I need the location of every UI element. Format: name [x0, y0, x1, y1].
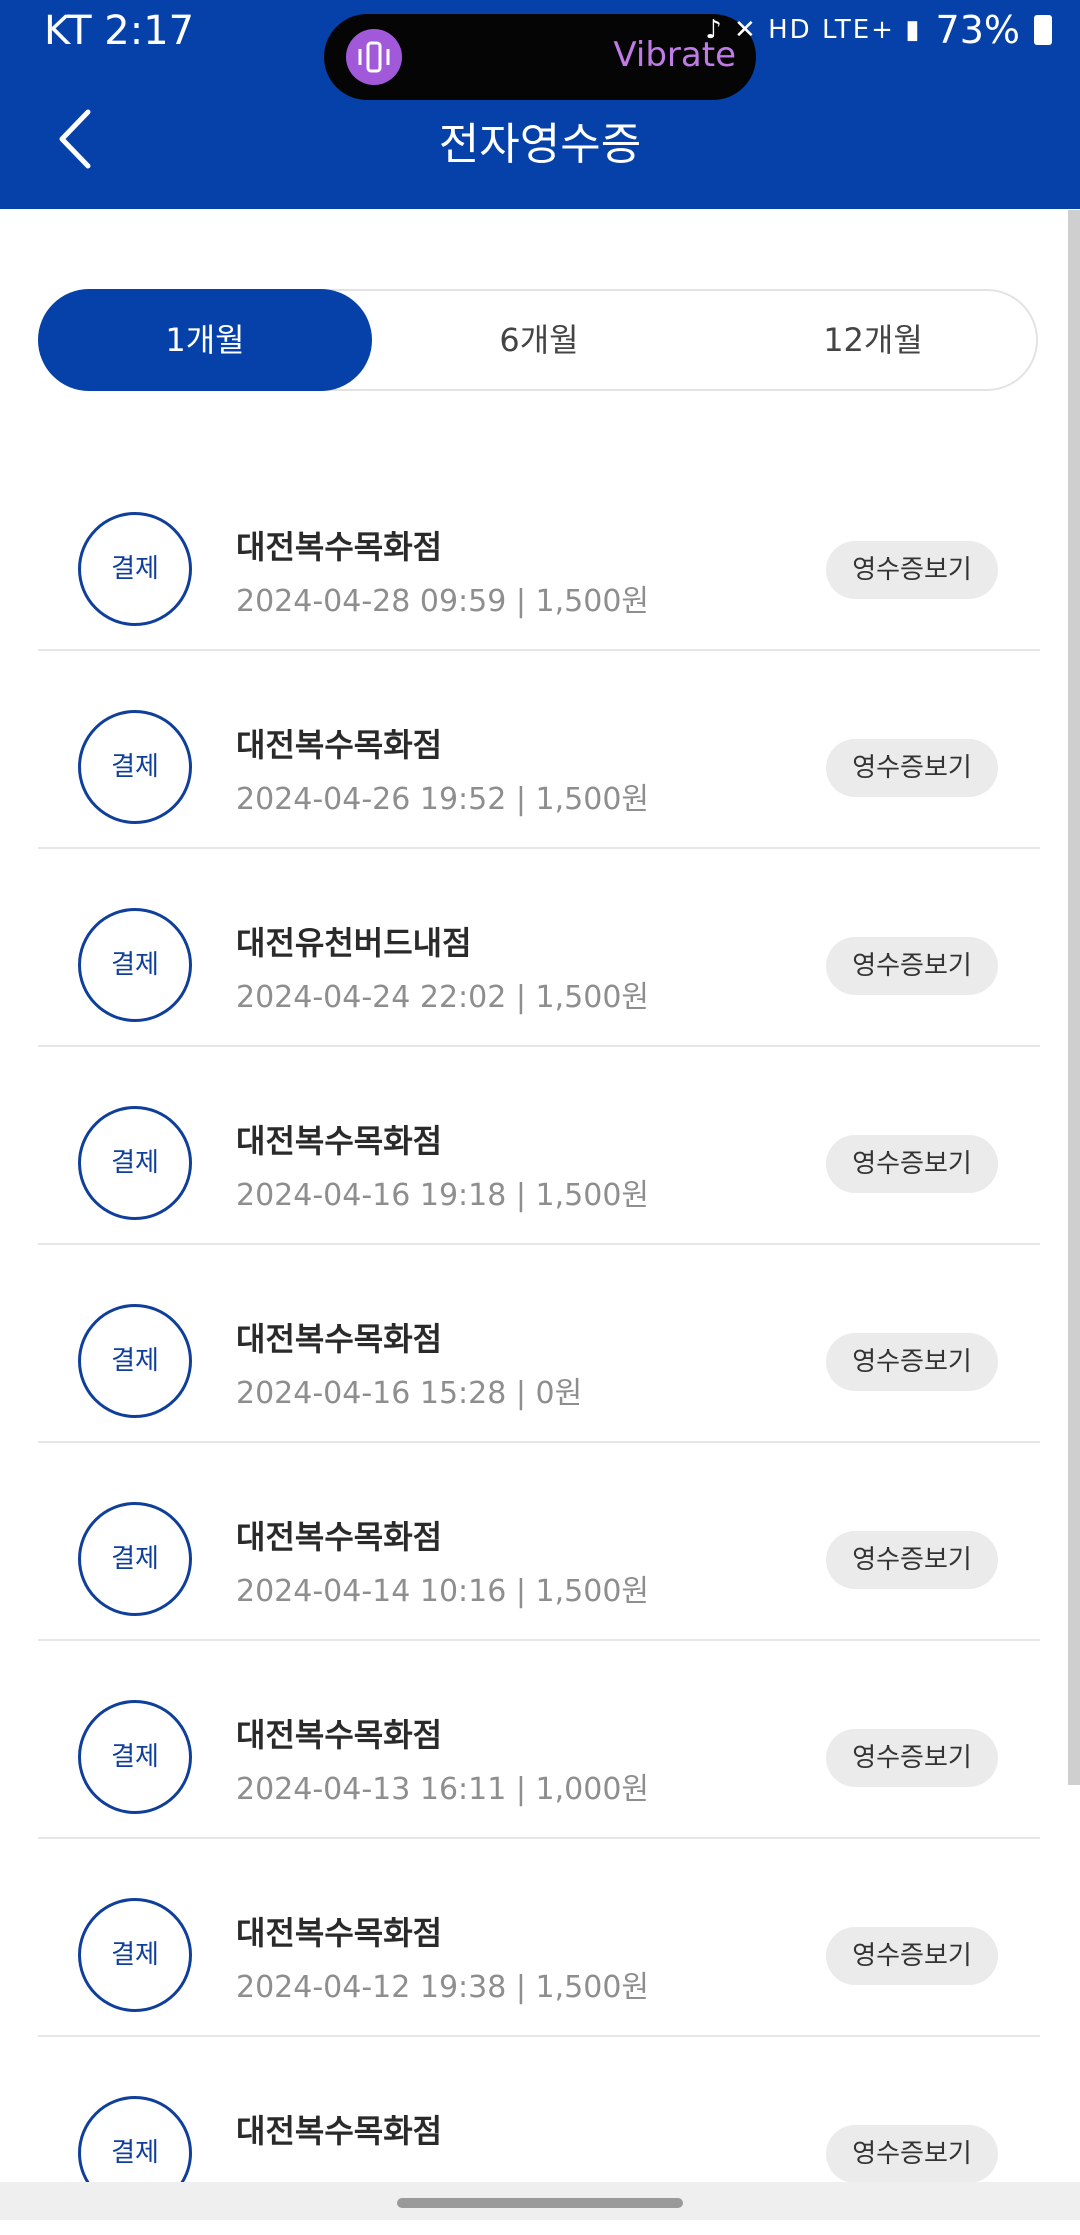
receipt-datetime: 2024-04-13 16:11 — [236, 1772, 507, 1807]
vibrate-icon — [346, 29, 402, 85]
tab-6-months[interactable]: 6개월 — [372, 289, 706, 391]
view-receipt-button[interactable]: 영수증보기 — [826, 739, 998, 797]
view-receipt-button[interactable]: 영수증보기 — [826, 937, 998, 995]
store-name: 대전복수목화점 — [236, 1914, 443, 1952]
list-item: 결제 대전복수목화점 2024-04-26 19:52 | 1,500원 영수증… — [38, 651, 1040, 849]
store-name: 대전복수목화점 — [236, 1518, 443, 1556]
view-receipt-button[interactable]: 영수증보기 — [826, 541, 998, 599]
store-name: 대전복수목화점 — [236, 528, 443, 566]
status-icons: ♪ ✕ HD LTE+ ▮ — [705, 15, 922, 45]
list-item: 결제 대전복수목화점 2024-04-16 19:18 | 1,500원 영수증… — [38, 1047, 1040, 1245]
view-receipt-button[interactable]: 영수증보기 — [826, 1927, 998, 1985]
home-handle[interactable] — [397, 2198, 683, 2208]
store-name: 대전복수목화점 — [236, 2112, 443, 2150]
receipt-list: 결제 대전복수목화점 2024-04-28 09:59 | 1,500원 영수증… — [38, 453, 1040, 2235]
receipt-amount: 1,500원 — [535, 782, 650, 817]
tab-12-months[interactable]: 12개월 — [706, 289, 1040, 391]
page-title: 전자영수증 — [438, 119, 642, 170]
app-header: KT 2:17 Vibrate ♪ ✕ HD LTE+ ▮ 73% 전자영수증 — [0, 0, 1080, 209]
payment-badge: 결제 — [78, 512, 192, 626]
store-name: 대전복수목화점 — [236, 1716, 443, 1754]
view-receipt-button[interactable]: 영수증보기 — [826, 2125, 998, 2183]
vibrate-notification[interactable]: Vibrate — [324, 14, 756, 100]
view-receipt-button[interactable]: 영수증보기 — [826, 1531, 998, 1589]
view-receipt-button[interactable]: 영수증보기 — [826, 1729, 998, 1787]
battery-icon — [1034, 15, 1052, 45]
list-item: 결제 대전유천버드내점 2024-04-24 22:02 | 1,500원 영수… — [38, 849, 1040, 1047]
receipt-datetime: 2024-04-24 22:02 — [236, 980, 507, 1015]
payment-badge: 결제 — [78, 710, 192, 824]
list-item: 결제 대전복수목화점 2024-04-13 16:11 | 1,000원 영수증… — [38, 1641, 1040, 1839]
receipt-amount: 1,000원 — [535, 1772, 650, 1807]
store-name: 대전복수목화점 — [236, 1122, 443, 1160]
list-item: 결제 대전복수목화점 2024-04-14 10:16 | 1,500원 영수증… — [38, 1443, 1040, 1641]
receipt-datetime: 2024-04-16 15:28 — [236, 1376, 507, 1411]
list-item: 결제 대전복수목화점 2024-04-12 19:38 | 1,500원 영수증… — [38, 1839, 1040, 2037]
receipt-meta: 2024-04-28 09:59 | 1,500원 — [236, 584, 650, 619]
receipt-meta: 2024-04-12 19:38 | 1,500원 — [236, 1970, 650, 2005]
battery-percent: 73% — [935, 8, 1020, 52]
receipt-amount: 0원 — [535, 1376, 583, 1411]
tab-1-month[interactable]: 1개월 — [38, 289, 372, 391]
list-item: 결제 대전복수목화점 2024-04-16 15:28 | 0원 영수증보기 — [38, 1245, 1040, 1443]
list-item: 결제 대전복수목화점 2024-04-28 09:59 | 1,500원 영수증… — [38, 453, 1040, 651]
store-name: 대전유천버드내점 — [236, 924, 472, 962]
payment-badge: 결제 — [78, 1304, 192, 1418]
receipt-amount: 1,500원 — [535, 584, 650, 619]
receipt-amount: 1,500원 — [535, 1178, 650, 1213]
payment-badge: 결제 — [78, 1898, 192, 2012]
receipt-meta: 2024-04-16 15:28 | 0원 — [236, 1376, 583, 1411]
status-right-group: ♪ ✕ HD LTE+ ▮ 73% — [705, 8, 1052, 52]
payment-badge: 결제 — [78, 908, 192, 1022]
receipt-meta: 2024-04-13 16:11 | 1,000원 — [236, 1772, 650, 1807]
receipt-meta: 2024-04-24 22:02 | 1,500원 — [236, 980, 650, 1015]
payment-badge: 결제 — [78, 1700, 192, 1814]
store-name: 대전복수목화점 — [236, 1320, 443, 1358]
receipt-datetime: 2024-04-12 19:38 — [236, 1970, 507, 2005]
receipt-datetime: 2024-04-14 10:16 — [236, 1574, 507, 1609]
receipt-meta: 2024-04-16 19:18 | 1,500원 — [236, 1178, 650, 1213]
receipt-meta: 2024-04-26 19:52 | 1,500원 — [236, 782, 650, 817]
receipt-amount: 1,500원 — [535, 1970, 650, 2005]
payment-badge: 결제 — [78, 1106, 192, 1220]
payment-badge: 결제 — [78, 1502, 192, 1616]
system-nav-bar — [0, 2182, 1080, 2220]
receipt-amount: 1,500원 — [535, 980, 650, 1015]
view-receipt-button[interactable]: 영수증보기 — [826, 1333, 998, 1391]
receipt-datetime: 2024-04-28 09:59 — [236, 584, 507, 619]
status-time: KT 2:17 — [44, 8, 195, 54]
store-name: 대전복수목화점 — [236, 726, 443, 764]
scrollbar[interactable] — [1068, 210, 1080, 1785]
receipt-datetime: 2024-04-16 19:18 — [236, 1178, 507, 1213]
receipt-meta: 2024-04-14 10:16 | 1,500원 — [236, 1574, 650, 1609]
receipt-amount: 1,500원 — [535, 1574, 650, 1609]
period-tabs: 1개월 6개월 12개월 — [38, 289, 1038, 391]
receipt-datetime: 2024-04-26 19:52 — [236, 782, 507, 817]
view-receipt-button[interactable]: 영수증보기 — [826, 1135, 998, 1193]
